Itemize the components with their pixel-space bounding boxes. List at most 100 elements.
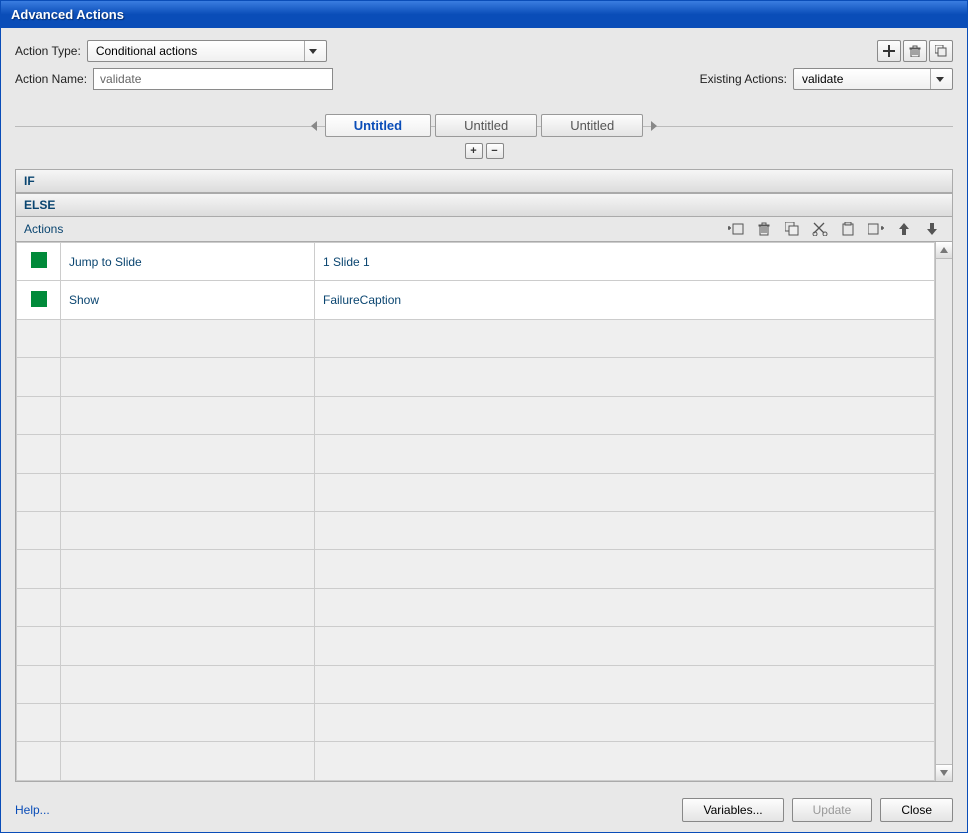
actions-toolbar: Actions bbox=[16, 217, 952, 241]
param-cell[interactable] bbox=[315, 435, 935, 473]
actions-table: Jump to Slide1 Slide 1ShowFailureCaption bbox=[16, 242, 935, 781]
param-cell[interactable] bbox=[315, 358, 935, 396]
add-row-icon[interactable] bbox=[725, 219, 747, 239]
add-decision-button[interactable]: + bbox=[465, 143, 483, 159]
top-row-2: Action Name: Existing Actions: validate bbox=[15, 68, 953, 90]
table-row[interactable] bbox=[17, 358, 935, 396]
dropdown-arrow-icon bbox=[304, 41, 322, 61]
action-cell[interactable]: Show bbox=[61, 281, 315, 319]
action-cell[interactable] bbox=[61, 588, 315, 626]
param-cell[interactable] bbox=[315, 742, 935, 781]
param-cell[interactable] bbox=[315, 588, 935, 626]
tabs-scroll-left[interactable] bbox=[307, 119, 321, 133]
existing-actions-value: validate bbox=[802, 72, 924, 86]
row-indicator bbox=[17, 704, 61, 742]
action-cell[interactable] bbox=[61, 396, 315, 434]
table-row[interactable] bbox=[17, 435, 935, 473]
action-cell[interactable] bbox=[61, 742, 315, 781]
action-name-input[interactable] bbox=[93, 68, 333, 90]
action-type-value: Conditional actions bbox=[96, 44, 298, 58]
param-cell[interactable] bbox=[315, 319, 935, 357]
table-row[interactable] bbox=[17, 473, 935, 511]
status-square-icon bbox=[31, 252, 47, 268]
paste-row-icon[interactable] bbox=[837, 219, 859, 239]
param-cell[interactable]: 1 Slide 1 bbox=[315, 243, 935, 281]
table-row[interactable] bbox=[17, 627, 935, 665]
variables-button[interactable]: Variables... bbox=[682, 798, 783, 822]
row-indicator bbox=[17, 588, 61, 626]
table-row[interactable] bbox=[17, 704, 935, 742]
row-indicator bbox=[17, 396, 61, 434]
action-cell[interactable] bbox=[61, 319, 315, 357]
table-row[interactable] bbox=[17, 319, 935, 357]
scroll-up-icon[interactable] bbox=[936, 242, 952, 259]
param-cell[interactable] bbox=[315, 473, 935, 511]
help-link[interactable]: Help... bbox=[15, 803, 50, 817]
action-cell[interactable]: Jump to Slide bbox=[61, 243, 315, 281]
else-header[interactable]: ELSE bbox=[16, 193, 952, 217]
table-row[interactable]: ShowFailureCaption bbox=[17, 281, 935, 319]
row-indicator bbox=[17, 281, 61, 319]
top-row-1: Action Type: Conditional actions bbox=[15, 40, 953, 62]
decision-tab-1[interactable]: Untitled bbox=[325, 114, 431, 137]
row-indicator bbox=[17, 473, 61, 511]
table-row[interactable] bbox=[17, 588, 935, 626]
delete-row-icon[interactable] bbox=[753, 219, 775, 239]
close-button[interactable]: Close bbox=[880, 798, 953, 822]
delete-action-button[interactable] bbox=[903, 40, 927, 62]
table-row[interactable] bbox=[17, 742, 935, 781]
minus-icon: − bbox=[491, 145, 497, 157]
add-action-button[interactable] bbox=[877, 40, 901, 62]
existing-actions-select[interactable]: validate bbox=[793, 68, 953, 90]
tabs-scroll-right[interactable] bbox=[647, 119, 661, 133]
param-cell[interactable] bbox=[315, 704, 935, 742]
conditions-panel: IF ELSE Actions bbox=[15, 169, 953, 782]
table-row[interactable] bbox=[17, 665, 935, 703]
param-cell[interactable] bbox=[315, 550, 935, 588]
dropdown-arrow-icon bbox=[930, 69, 948, 89]
plus-icon: + bbox=[470, 145, 476, 157]
grid-scrollbar[interactable] bbox=[935, 242, 952, 781]
add-remove-decision: + − bbox=[15, 143, 953, 159]
table-row[interactable] bbox=[17, 550, 935, 588]
action-cell[interactable] bbox=[61, 627, 315, 665]
update-button[interactable]: Update bbox=[792, 798, 873, 822]
move-up-icon[interactable] bbox=[893, 219, 915, 239]
dialog-content: Action Type: Conditional actions Action … bbox=[1, 28, 967, 832]
action-cell[interactable] bbox=[61, 511, 315, 549]
param-cell[interactable] bbox=[315, 627, 935, 665]
action-cell[interactable] bbox=[61, 550, 315, 588]
action-cell[interactable] bbox=[61, 665, 315, 703]
duplicate-action-button[interactable] bbox=[929, 40, 953, 62]
action-name-label: Action Name: bbox=[15, 72, 87, 86]
action-type-select[interactable]: Conditional actions bbox=[87, 40, 327, 62]
scroll-down-icon[interactable] bbox=[936, 764, 952, 781]
decision-tab-2[interactable]: Untitled bbox=[435, 114, 537, 137]
param-cell[interactable] bbox=[315, 396, 935, 434]
if-header[interactable]: IF bbox=[16, 170, 952, 193]
table-row[interactable]: Jump to Slide1 Slide 1 bbox=[17, 243, 935, 281]
param-cell[interactable] bbox=[315, 665, 935, 703]
table-row[interactable] bbox=[17, 511, 935, 549]
action-cell[interactable] bbox=[61, 435, 315, 473]
actions-label: Actions bbox=[24, 222, 63, 236]
advanced-actions-dialog: Advanced Actions Action Type: Conditiona… bbox=[0, 0, 968, 833]
param-cell[interactable] bbox=[315, 511, 935, 549]
decision-tab-3[interactable]: Untitled bbox=[541, 114, 643, 137]
insert-row-icon[interactable] bbox=[865, 219, 887, 239]
status-square-icon bbox=[31, 291, 47, 307]
remove-decision-button[interactable]: − bbox=[486, 143, 504, 159]
action-cell[interactable] bbox=[61, 473, 315, 511]
action-cell[interactable] bbox=[61, 704, 315, 742]
scroll-track[interactable] bbox=[936, 259, 952, 764]
action-cell[interactable] bbox=[61, 358, 315, 396]
row-indicator bbox=[17, 742, 61, 781]
copy-row-icon[interactable] bbox=[781, 219, 803, 239]
row-indicator bbox=[17, 665, 61, 703]
param-cell[interactable]: FailureCaption bbox=[315, 281, 935, 319]
move-down-icon[interactable] bbox=[921, 219, 943, 239]
table-row[interactable] bbox=[17, 396, 935, 434]
decision-tabs: Untitled Untitled Untitled bbox=[15, 114, 953, 137]
row-indicator bbox=[17, 550, 61, 588]
cut-row-icon[interactable] bbox=[809, 219, 831, 239]
